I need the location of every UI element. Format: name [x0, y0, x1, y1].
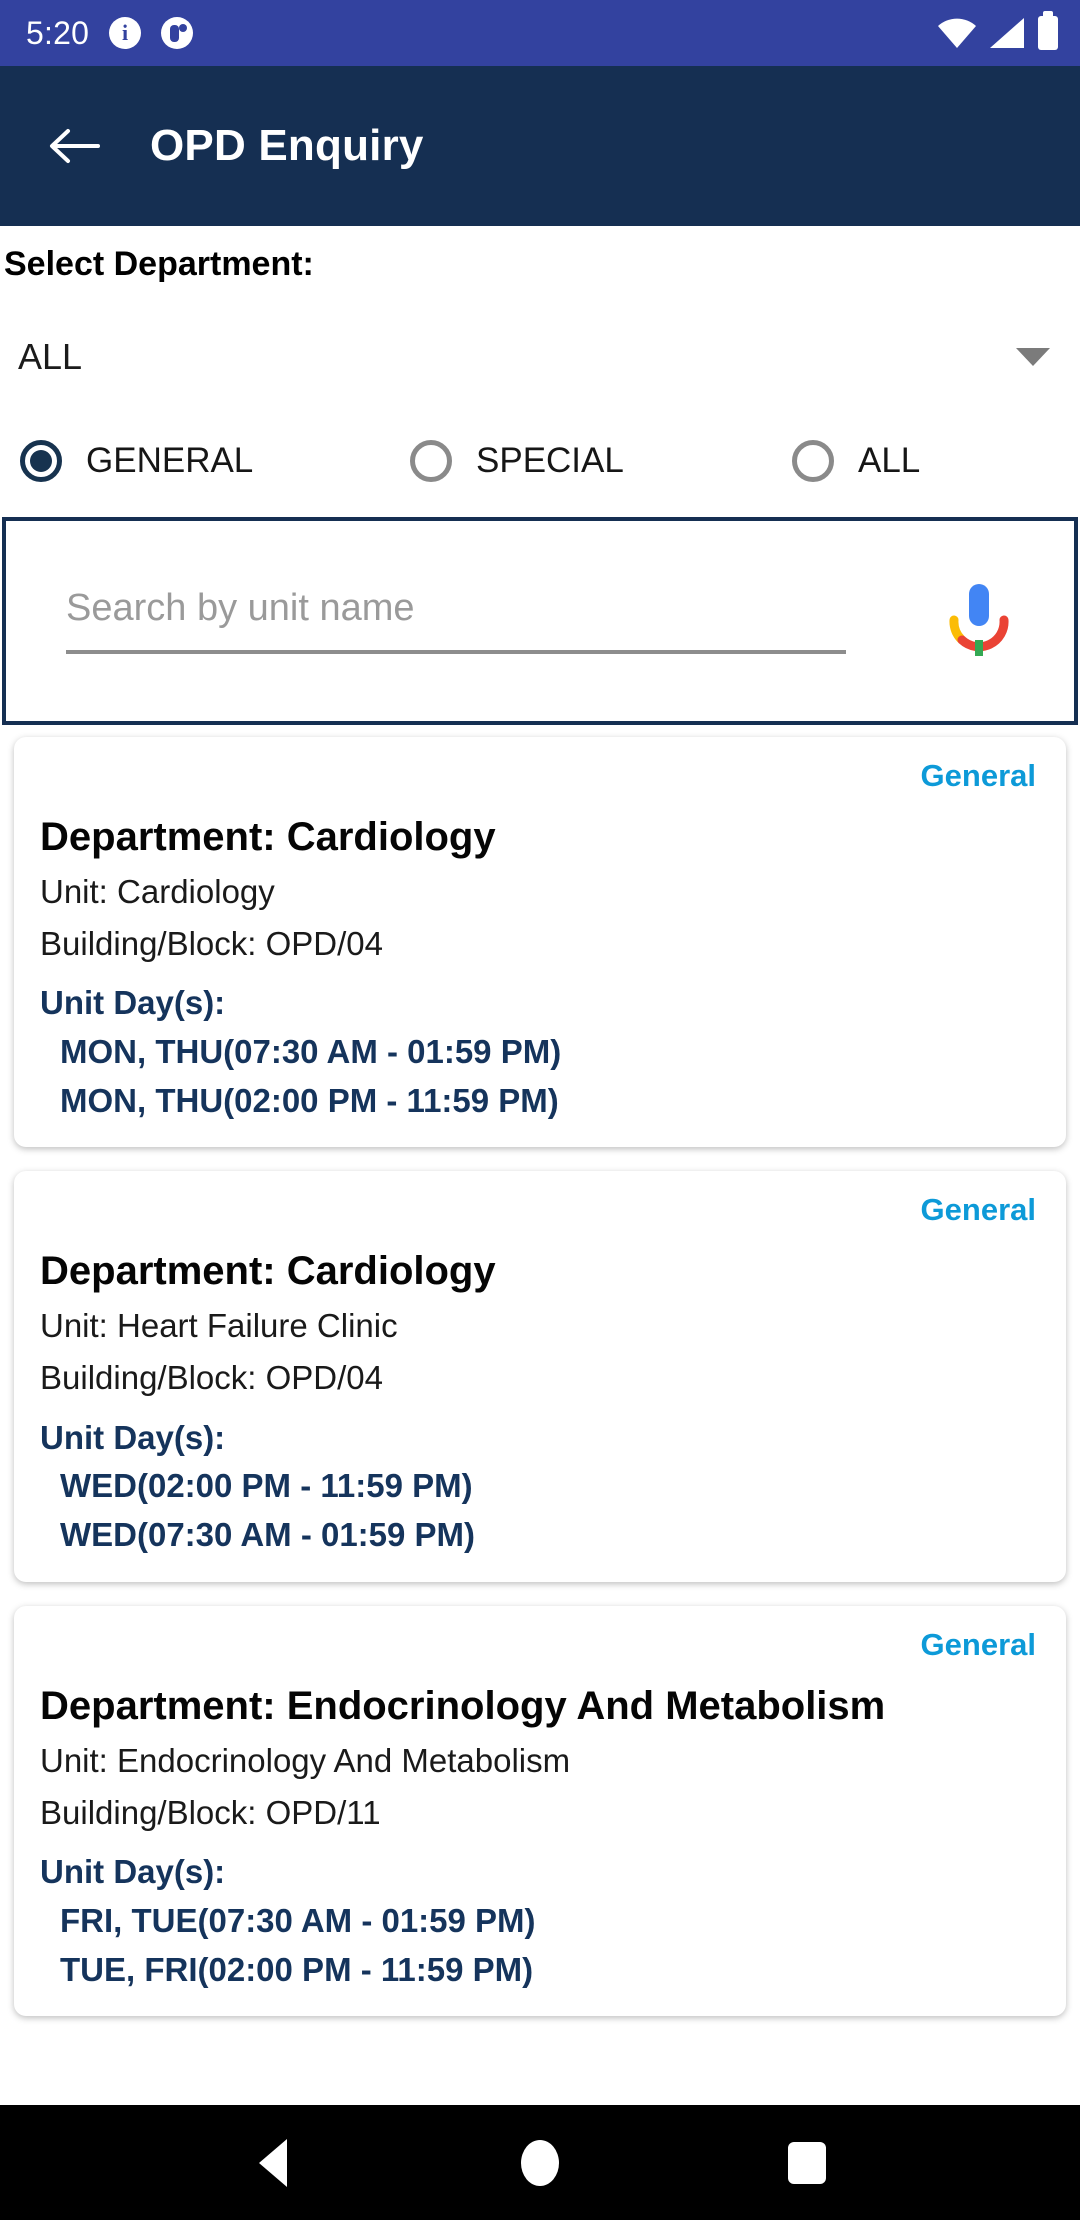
- app-bar: OPD Enquiry: [0, 66, 1080, 226]
- chevron-down-icon: [1016, 347, 1050, 366]
- opd-type-radio-group: GENERAL SPECIAL ALL: [0, 417, 1080, 505]
- status-bar-right: [938, 11, 1058, 50]
- card-department: Department: Cardiology: [40, 814, 496, 859]
- status-badge: General: [920, 757, 1036, 793]
- status-bar-clock: 5:20: [26, 15, 90, 51]
- status-bar-left: 5:20 i: [26, 15, 194, 51]
- arrow-left-icon: [50, 129, 100, 163]
- opd-results-list: General Department: Cardiology Unit: Car…: [0, 724, 1080, 2220]
- card-day-entry: FRI, TUE(07:30 AM - 01:59 PM): [60, 1901, 536, 1939]
- battery-icon: [1038, 11, 1058, 50]
- recents-square-icon: [787, 2141, 826, 2184]
- home-circle-icon: [520, 2139, 559, 2186]
- nav-back-button[interactable]: [213, 2105, 333, 2220]
- nav-home-button[interactable]: [480, 2105, 600, 2220]
- radio-general-icon: [20, 439, 62, 482]
- card-days-label: Unit Day(s):: [40, 1853, 226, 1891]
- search-container: Search by unit name: [2, 516, 1078, 725]
- card-day-entry: WED(07:30 AM - 01:59 PM): [60, 1516, 476, 1554]
- radio-special-icon: [410, 439, 452, 482]
- radio-special-label: SPECIAL: [476, 440, 624, 480]
- wifi-icon: [938, 18, 976, 48]
- card-building: Building/Block: OPD/04: [40, 1359, 384, 1397]
- select-department-label: Select Department:: [4, 245, 314, 283]
- radio-option-all[interactable]: ALL: [792, 439, 921, 482]
- app-notification-icon: [161, 17, 194, 49]
- search-input[interactable]: Search by unit name: [66, 586, 846, 654]
- main-content: Select Department: ALL GENERAL SPECIAL A…: [0, 226, 1080, 2220]
- page-title: OPD Enquiry: [150, 121, 424, 170]
- card-days-label: Unit Day(s):: [40, 1418, 226, 1456]
- back-triangle-icon: [259, 2138, 288, 2187]
- search-input-underline: [66, 649, 846, 654]
- signal-icon: [990, 18, 1024, 48]
- card-days-label: Unit Day(s):: [40, 984, 226, 1022]
- opd-card[interactable]: General Department: Cardiology Unit: Hea…: [14, 1171, 1066, 1582]
- card-day-entry: MON, THU(02:00 PM - 11:59 PM): [60, 1082, 559, 1120]
- card-building: Building/Block: OPD/11: [40, 1793, 381, 1831]
- radio-option-special[interactable]: SPECIAL: [410, 439, 792, 482]
- google-microphone-icon[interactable]: [942, 578, 1016, 664]
- android-navigation-bar: [0, 2105, 1080, 2220]
- card-unit: Unit: Heart Failure Clinic: [40, 1307, 398, 1345]
- card-building: Building/Block: OPD/04: [40, 924, 384, 962]
- card-unit: Unit: Cardiology: [40, 872, 275, 910]
- info-icon: i: [109, 17, 142, 49]
- card-day-entry: WED(02:00 PM - 11:59 PM): [60, 1467, 473, 1505]
- nav-recents-button[interactable]: [747, 2105, 867, 2220]
- card-unit: Unit: Endocrinology And Metabolism: [40, 1741, 571, 1779]
- app-notification-icon-dot: [179, 24, 188, 32]
- status-bar: 5:20 i: [0, 0, 1080, 66]
- status-badge: General: [920, 1192, 1036, 1228]
- back-button[interactable]: [46, 118, 102, 174]
- opd-card[interactable]: General Department: Cardiology Unit: Car…: [14, 736, 1066, 1148]
- card-department: Department: Cardiology: [40, 1249, 496, 1294]
- department-dropdown[interactable]: ALL: [0, 310, 1080, 403]
- department-dropdown-value: ALL: [18, 335, 83, 377]
- phone-screen: 5:20 i OPD Enquiry Select Department: AL…: [0, 0, 1080, 2220]
- radio-all-label: ALL: [858, 440, 921, 480]
- opd-card[interactable]: General Department: Endocrinology And Me…: [14, 1605, 1066, 2017]
- card-day-entry: MON, THU(07:30 AM - 01:59 PM): [60, 1032, 562, 1070]
- card-department: Department: Endocrinology And Metabolism: [40, 1683, 886, 1728]
- radio-option-general[interactable]: GENERAL: [20, 439, 410, 482]
- search-input-placeholder: Search by unit name: [66, 586, 415, 629]
- radio-all-icon: [792, 439, 834, 482]
- radio-general-label: GENERAL: [86, 440, 254, 480]
- app-notification-icon-body: [169, 24, 179, 42]
- card-day-entry: TUE, FRI(02:00 PM - 11:59 PM): [60, 1950, 534, 1988]
- info-icon-glyph: i: [122, 20, 129, 45]
- status-badge: General: [920, 1626, 1036, 1662]
